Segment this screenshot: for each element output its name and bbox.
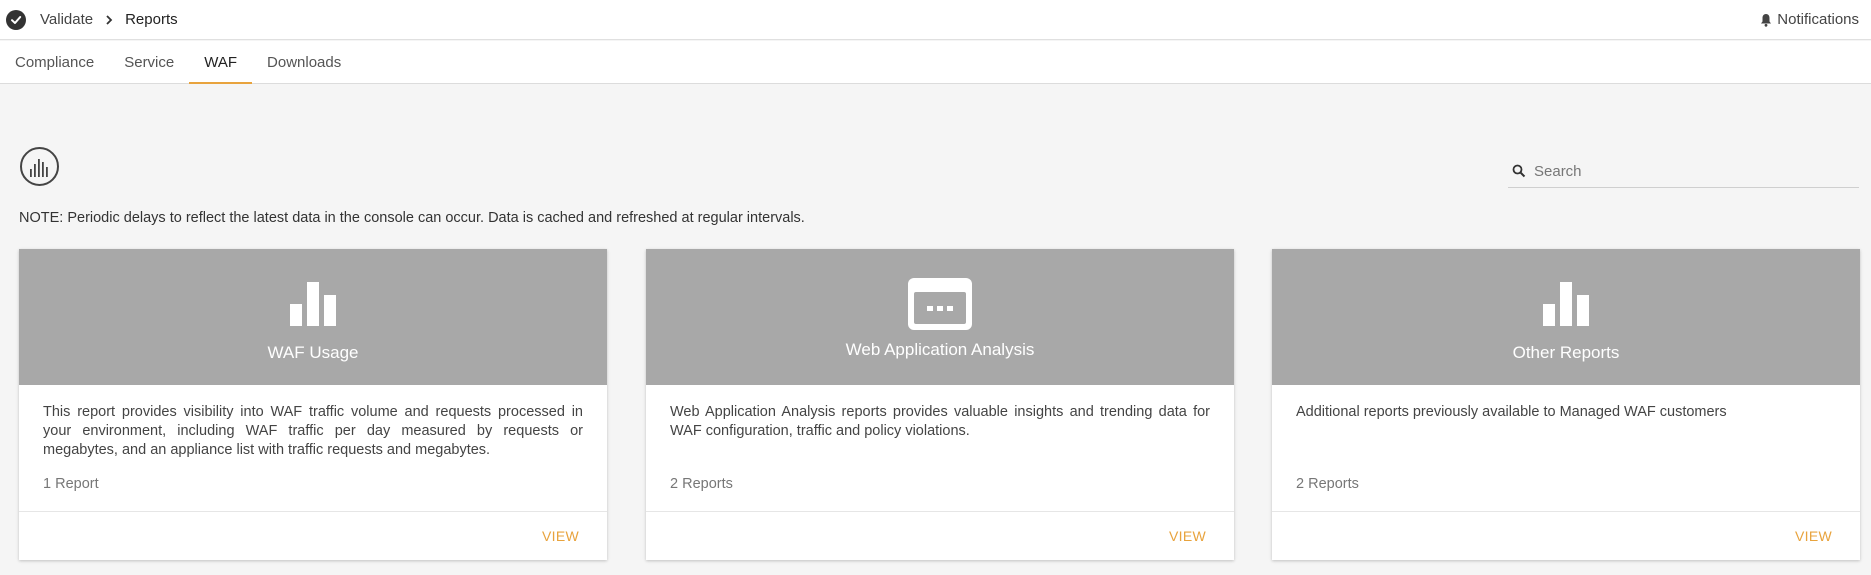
- view-button[interactable]: VIEW: [1795, 528, 1832, 544]
- card-header: WAF Usage: [19, 249, 607, 385]
- card-title: Web Application Analysis: [845, 340, 1035, 359]
- card-description: This report provides visibility into WAF…: [43, 404, 583, 458]
- card-report-count: 1 Report: [43, 476, 99, 492]
- top-bar: Validate Reports Notifications: [0, 0, 1871, 40]
- card-title: Other Reports: [1512, 343, 1620, 362]
- breadcrumb-reports: Reports: [125, 11, 178, 28]
- card-header: Web Application Analysis: [646, 249, 1234, 385]
- card-header: Other Reports: [1272, 249, 1860, 385]
- card-footer: VIEW: [1272, 511, 1860, 560]
- search-icon: [1512, 164, 1526, 178]
- check-circle-icon: [6, 9, 26, 30]
- notifications-button[interactable]: Notifications: [1760, 11, 1859, 28]
- report-card-other-reports: Other Reports Additional reports previou…: [1272, 249, 1860, 560]
- card-description: Web Application Analysis reports provide…: [670, 404, 1210, 439]
- reports-chart-icon: [20, 147, 59, 186]
- bar-chart-icon: [290, 282, 336, 326]
- notifications-label: Notifications: [1777, 11, 1859, 28]
- breadcrumb-validate[interactable]: Validate: [40, 11, 93, 28]
- search-input[interactable]: [1534, 162, 1834, 180]
- tab-service[interactable]: Service: [109, 41, 189, 83]
- card-report-count: 2 Reports: [1296, 476, 1359, 492]
- tab-waf[interactable]: WAF: [189, 41, 252, 84]
- web-window-icon: [908, 278, 972, 330]
- tab-downloads[interactable]: Downloads: [252, 41, 356, 83]
- tab-compliance[interactable]: Compliance: [0, 41, 109, 83]
- tab-bar: Compliance Service WAF Downloads: [0, 41, 1871, 84]
- chevron-right-icon: [105, 14, 113, 26]
- bell-icon: [1761, 13, 1772, 27]
- report-card-waf-usage: WAF Usage This report provides visibilit…: [19, 249, 607, 560]
- card-body: Web Application Analysis reports provide…: [646, 385, 1234, 511]
- card-title: WAF Usage: [267, 343, 359, 362]
- data-delay-note: NOTE: Periodic delays to reflect the lat…: [19, 210, 805, 226]
- card-body: This report provides visibility into WAF…: [19, 385, 607, 511]
- card-description: Additional reports previously available …: [1296, 404, 1727, 420]
- bar-chart-icon: [1543, 282, 1589, 326]
- view-button[interactable]: VIEW: [542, 528, 579, 544]
- card-body: Additional reports previously available …: [1272, 385, 1860, 511]
- search-box: [1508, 155, 1859, 188]
- report-card-web-application-analysis: Web Application Analysis Web Application…: [646, 249, 1234, 560]
- card-footer: VIEW: [646, 511, 1234, 560]
- card-report-count: 2 Reports: [670, 476, 733, 492]
- card-footer: VIEW: [19, 511, 607, 560]
- view-button[interactable]: VIEW: [1169, 528, 1206, 544]
